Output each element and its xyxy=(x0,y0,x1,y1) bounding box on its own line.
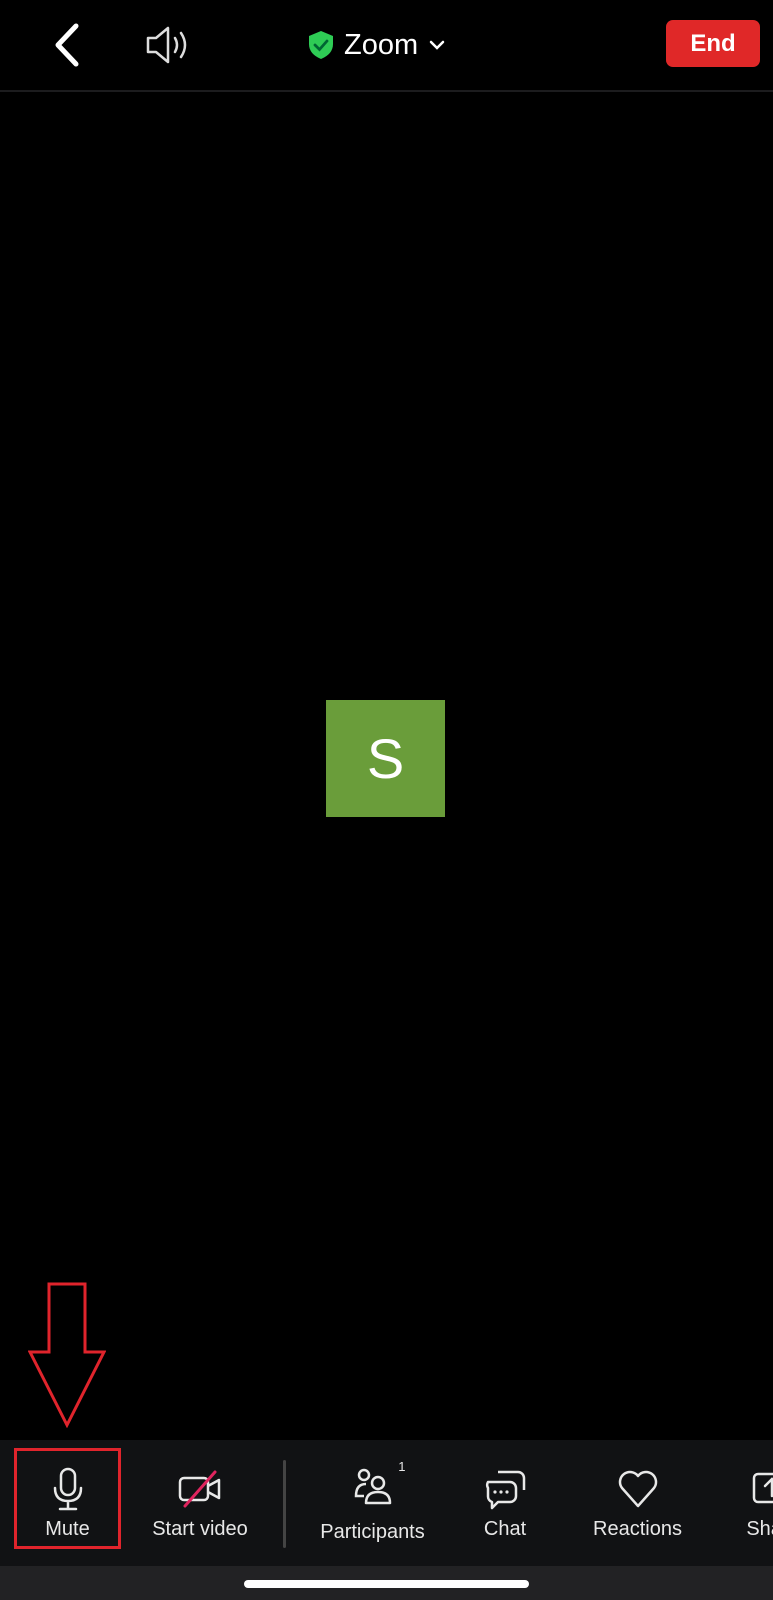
reactions-label: Reactions xyxy=(593,1517,682,1540)
meeting-title-dropdown[interactable]: Zoom xyxy=(308,24,446,66)
shield-check-icon xyxy=(309,31,333,59)
start-video-button[interactable]: Start video xyxy=(140,1440,260,1566)
participant-avatar: S xyxy=(326,700,445,817)
share-button[interactable]: Share xyxy=(728,1440,773,1566)
share-label: Share xyxy=(746,1517,773,1540)
reactions-button[interactable]: Reactions xyxy=(580,1440,695,1566)
chat-label: Chat xyxy=(483,1517,527,1540)
meeting-title: Zoom xyxy=(344,28,419,61)
chat-button[interactable]: Chat xyxy=(465,1440,545,1566)
annotation-arrow-icon xyxy=(28,1282,106,1428)
participant-count: 1 xyxy=(398,1458,406,1474)
share-icon xyxy=(752,1472,773,1503)
chat-icon xyxy=(485,1470,526,1509)
home-indicator[interactable] xyxy=(244,1580,529,1588)
participants-button[interactable]: 1 Participants xyxy=(310,1440,435,1566)
end-button[interactable]: End xyxy=(666,20,760,67)
participants-icon xyxy=(354,1468,391,1504)
start-video-label: Start video xyxy=(152,1517,248,1540)
toolbar-divider xyxy=(283,1460,286,1548)
speaker-icon[interactable] xyxy=(145,24,195,66)
heart-icon xyxy=(618,1470,657,1507)
video-off-icon xyxy=(178,1470,221,1507)
chevron-down-icon xyxy=(429,40,445,50)
top-bar: Zoom End xyxy=(0,0,773,92)
back-icon[interactable] xyxy=(48,22,88,68)
participants-label: Participants xyxy=(320,1520,425,1543)
annotation-highlight-box xyxy=(14,1448,121,1549)
